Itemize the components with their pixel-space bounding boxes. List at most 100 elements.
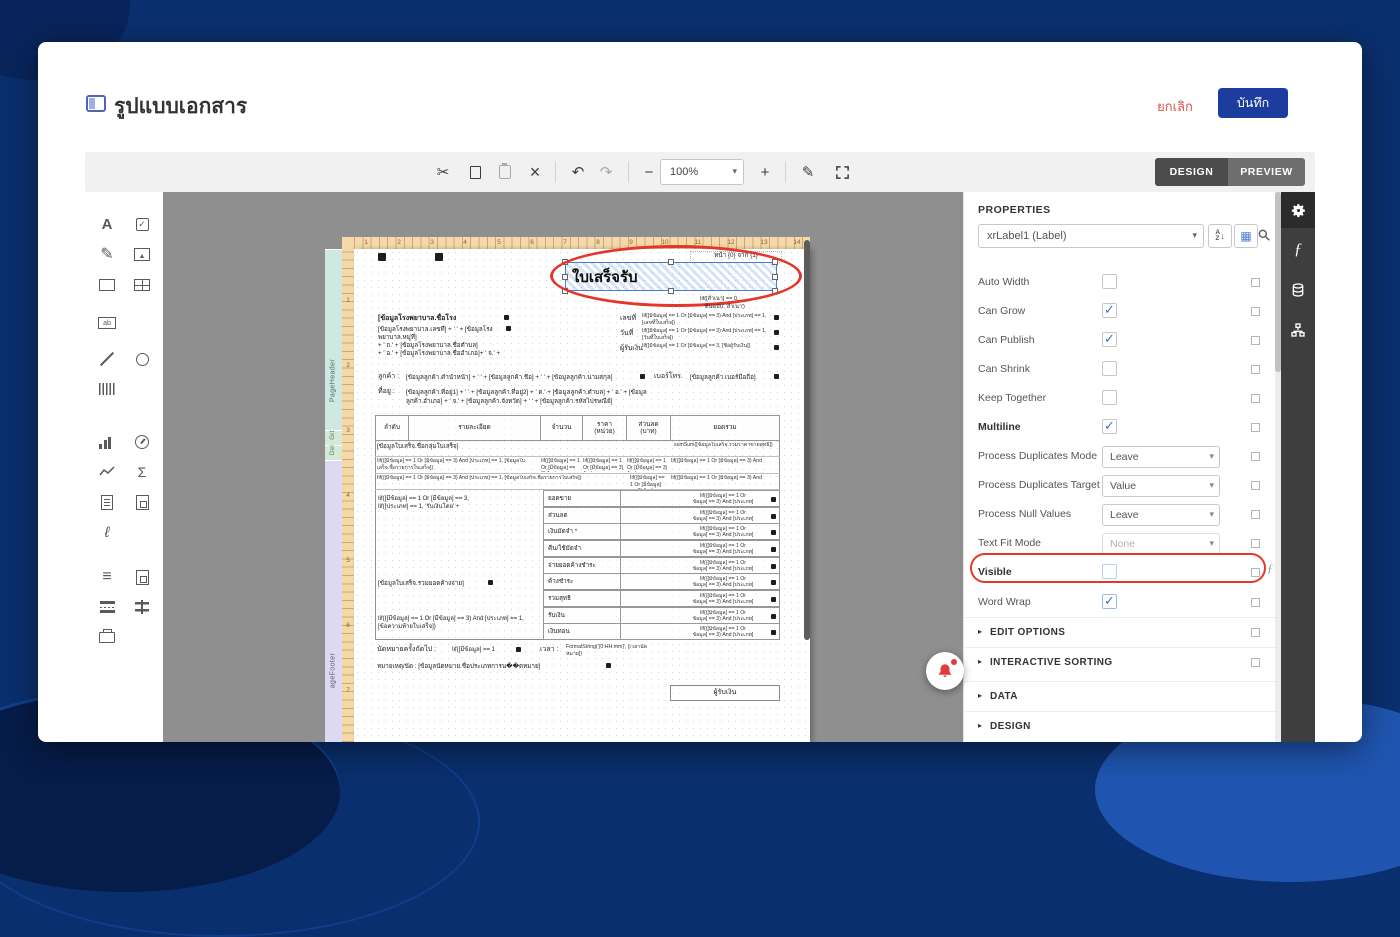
design-surface[interactable]: PageHeader Grt Del ageFooter 12345678910… [163, 192, 963, 742]
address-expression[interactable]: [ข้อมูลลูกค้า.ที่อยู่1] + ' ' + [ข้อมูลล… [406, 389, 647, 397]
group-field[interactable]: [ข้อมูลใบเสร็จ.ชื่อกลุ่มใบเสร็จ] [377, 443, 459, 451]
zoom-in-icon[interactable]: + [752, 152, 778, 192]
sum-tool-icon[interactable]: Σ [130, 460, 154, 484]
table-header[interactable]: ยอดรวม [670, 415, 780, 441]
zoom-select[interactable]: 100% ▾ [660, 159, 744, 185]
customer-label[interactable]: ลูกค้า : [378, 373, 399, 382]
tab-preview[interactable]: PREVIEW [1228, 158, 1305, 186]
notification-bell-button[interactable] [926, 652, 964, 690]
address-expression[interactable]: ลูกค้า.อำเภอ] + ' จ.' + [ข้อมูลลูกค้า.จั… [406, 398, 612, 406]
checkbox-tool-icon[interactable]: ✓ [130, 212, 154, 236]
summary-label[interactable]: รับเงิน [543, 607, 621, 624]
resize-handle[interactable] [562, 274, 568, 280]
table-header[interactable]: ลำดับ [375, 415, 409, 441]
picture-tool-icon[interactable] [130, 242, 154, 266]
multiline-checkbox[interactable] [1102, 419, 1117, 434]
appointment-label[interactable]: นัดหมายครั้งถัดไป : [377, 646, 436, 655]
table-header[interactable]: ราคา (หน่วย) [582, 415, 627, 441]
hospital-address-field[interactable]: [ข้อมูลโรงพยาบาล.เลขที่] + ' ' + [ข้อมูล… [378, 326, 493, 334]
field-tool-icon[interactable]: ab [95, 311, 119, 335]
property-marker[interactable] [1251, 394, 1260, 403]
summary-label[interactable]: รวมสุทธิ [543, 590, 621, 607]
data-source-tab-database-icon[interactable] [1281, 272, 1315, 308]
print-tool-icon[interactable] [95, 625, 119, 649]
properties-tab-gear-icon[interactable] [1281, 192, 1315, 228]
cross-band-tool-icon[interactable] [130, 595, 154, 619]
resize-handle[interactable] [772, 274, 778, 280]
search-icon[interactable] [1257, 228, 1271, 247]
property-marker[interactable] [1251, 365, 1260, 374]
property-marker[interactable] [1251, 628, 1260, 637]
payment-expression[interactable]: Iif([ประเภท] == 1, 'รับเงินโดย' + [378, 504, 459, 512]
resize-handle[interactable] [668, 288, 674, 294]
summary-value[interactable]: Iif(([มีข้อมูล] == 1 Orข้อมูล] == 3) And… [620, 623, 780, 640]
page-break-tool-icon[interactable] [95, 595, 119, 619]
keep-together-checkbox[interactable] [1102, 390, 1117, 405]
footer-expression[interactable]: Iif(([มีข้อมูล] == 1 Or [มีข้อมูล] == 3)… [378, 616, 524, 624]
detail-expression[interactable]: Iif(([มีข้อมูล] == 1 Or [มีข้อมูล] == 3)… [671, 475, 778, 489]
appointment-expression[interactable]: Iif([มีข้อมูล] == 1 [452, 647, 495, 655]
group-sum-expression[interactable]: sumSum([ข้อมูลใบเสร็จ.รวมราคาขายสุทธิ]) [674, 442, 778, 455]
doc-date-expression[interactable]: Iif([มีข้อมูล] == 1 Or [มีข้อมูล] == 3) … [642, 328, 770, 341]
process-duplicates-mode-select[interactable]: Leave▾ [1102, 446, 1220, 468]
due-field[interactable]: [ข้อมูลใบเสร็จ.รวมยอดค้างจ่าย] [378, 580, 464, 588]
detail-expression[interactable]: Iif(([มีข้อมูล] == 1 Or [มีข้อมูล] == 3)… [583, 458, 624, 472]
hospital-name-field[interactable]: [ข้อมูลโรงพยาบาล.ชื่อโรง [378, 315, 456, 324]
logo-placeholder-icon[interactable] [435, 253, 443, 261]
report-structure-tab-icon[interactable] [1281, 312, 1315, 348]
address-label[interactable]: ที่อยู่ : [378, 388, 395, 397]
resize-handle[interactable] [562, 259, 568, 265]
section-edit-options[interactable]: ▸ EDIT OPTIONS [964, 617, 1276, 647]
richtext-tool-icon[interactable]: ✎ [95, 242, 119, 266]
section-interactive-sorting[interactable]: ▸ INTERACTIVE SORTING [964, 647, 1276, 677]
fullscreen-icon[interactable] [829, 152, 855, 192]
chart-tool-icon[interactable] [95, 430, 119, 454]
phone-label[interactable]: เบอร์โทร. [654, 373, 683, 382]
process-null-values-select[interactable]: Leave▾ [1102, 504, 1220, 526]
property-marker[interactable] [1251, 278, 1260, 287]
zoom-out-icon[interactable]: − [636, 152, 662, 192]
can-grow-checkbox[interactable] [1102, 303, 1117, 318]
hospital-address-field[interactable]: + ' ถ.' + [ข้อมูลโรงพยาบาล.ชื่อตำบล] [378, 342, 478, 350]
tab-design[interactable]: DESIGN [1155, 158, 1228, 186]
word-wrap-checkbox[interactable] [1102, 594, 1117, 609]
summary-value[interactable]: Iif(([มีข้อมูล] == 1 Orข้อมูล] == 3) And… [620, 507, 780, 524]
validate-icon[interactable]: ✎ [795, 152, 821, 192]
summary-label[interactable]: ยอดขาย [543, 490, 621, 507]
doc-no-label[interactable]: เลขที่ [620, 315, 636, 324]
detail-expression[interactable]: Iif(([มีข้อมูล] == 1 Or [มีข้อมูล] == 3)… [630, 475, 668, 489]
footer-expression[interactable]: [ข้อความท้ายใบเสร็จ]) [378, 624, 436, 632]
pageinfo-tool-icon[interactable] [95, 490, 119, 514]
element-selector[interactable]: xrLabel1 (Label) ▾ [978, 224, 1204, 248]
property-marker[interactable] [1251, 307, 1260, 316]
resize-handle[interactable] [668, 259, 674, 265]
summary-value[interactable]: Iif(([มีข้อมูล] == 1 Orข้อมูล] == 3) And… [620, 573, 780, 590]
property-marker[interactable] [1251, 539, 1260, 548]
detail-expression[interactable]: Iif(([มีข้อมูล] == 1 Or [มีข้อมูล] == 3)… [377, 458, 537, 472]
detail-expression[interactable]: Iif(([มีข้อมูล] == 1 Or [มีข้อมูล] == 3)… [541, 458, 580, 472]
logo-placeholder-icon[interactable] [378, 253, 386, 261]
detail-expression[interactable]: Iif(([มีข้อมูล] == 1 Or [มีข้อมูล] == 3)… [627, 458, 668, 472]
table-header[interactable]: ส่วนลด (บาท) [626, 415, 671, 441]
copy-icon[interactable] [462, 152, 488, 192]
cancel-button[interactable]: ยกเลิก [1152, 96, 1198, 117]
report-page[interactable]: หน้า {0} จาก {1} ใบเสร็จรับ Iif([สำเนา] … [354, 249, 810, 742]
property-marker[interactable] [1251, 510, 1260, 519]
table-tool-icon[interactable] [130, 273, 154, 297]
customer-expression[interactable]: [ข้อมูลลูกค้า.คำนำหน้า] + ' ' + [ข้อมูลล… [406, 374, 638, 382]
property-marker[interactable] [1251, 423, 1260, 432]
expressions-tab-fx-icon[interactable]: ƒ [1281, 232, 1315, 268]
resize-handle[interactable] [772, 259, 778, 265]
summary-value[interactable]: Iif(([มีข้อมูล] == 1 Orข้อมูล] == 3) And… [620, 590, 780, 607]
label-tool-icon[interactable]: A [95, 212, 119, 236]
doc-cashier-expression[interactable]: Iif([มีข้อมูล] == 1 Or [มีข้อมูล] == 3, … [642, 343, 770, 356]
copy-expression[interactable]: 'ต้นฉบับ','สำเนา') [704, 304, 745, 311]
resize-handle[interactable] [562, 288, 568, 294]
can-shrink-checkbox[interactable] [1102, 361, 1117, 376]
doc-no-expression[interactable]: Iif([มีข้อมูล] == 1 Or [มีข้อมูล] == 3) … [642, 313, 770, 326]
paste-icon[interactable] [492, 152, 518, 192]
summary-label[interactable]: ส่วนลด [543, 507, 621, 524]
copy-expression[interactable]: Iif([สำเนา] == 0, [700, 296, 738, 303]
signature-tool-icon[interactable]: ℓ [95, 520, 119, 544]
summary-value[interactable]: Iif(([มีข้อมูล] == 1 Orข้อมูล] == 3) And… [620, 607, 780, 624]
